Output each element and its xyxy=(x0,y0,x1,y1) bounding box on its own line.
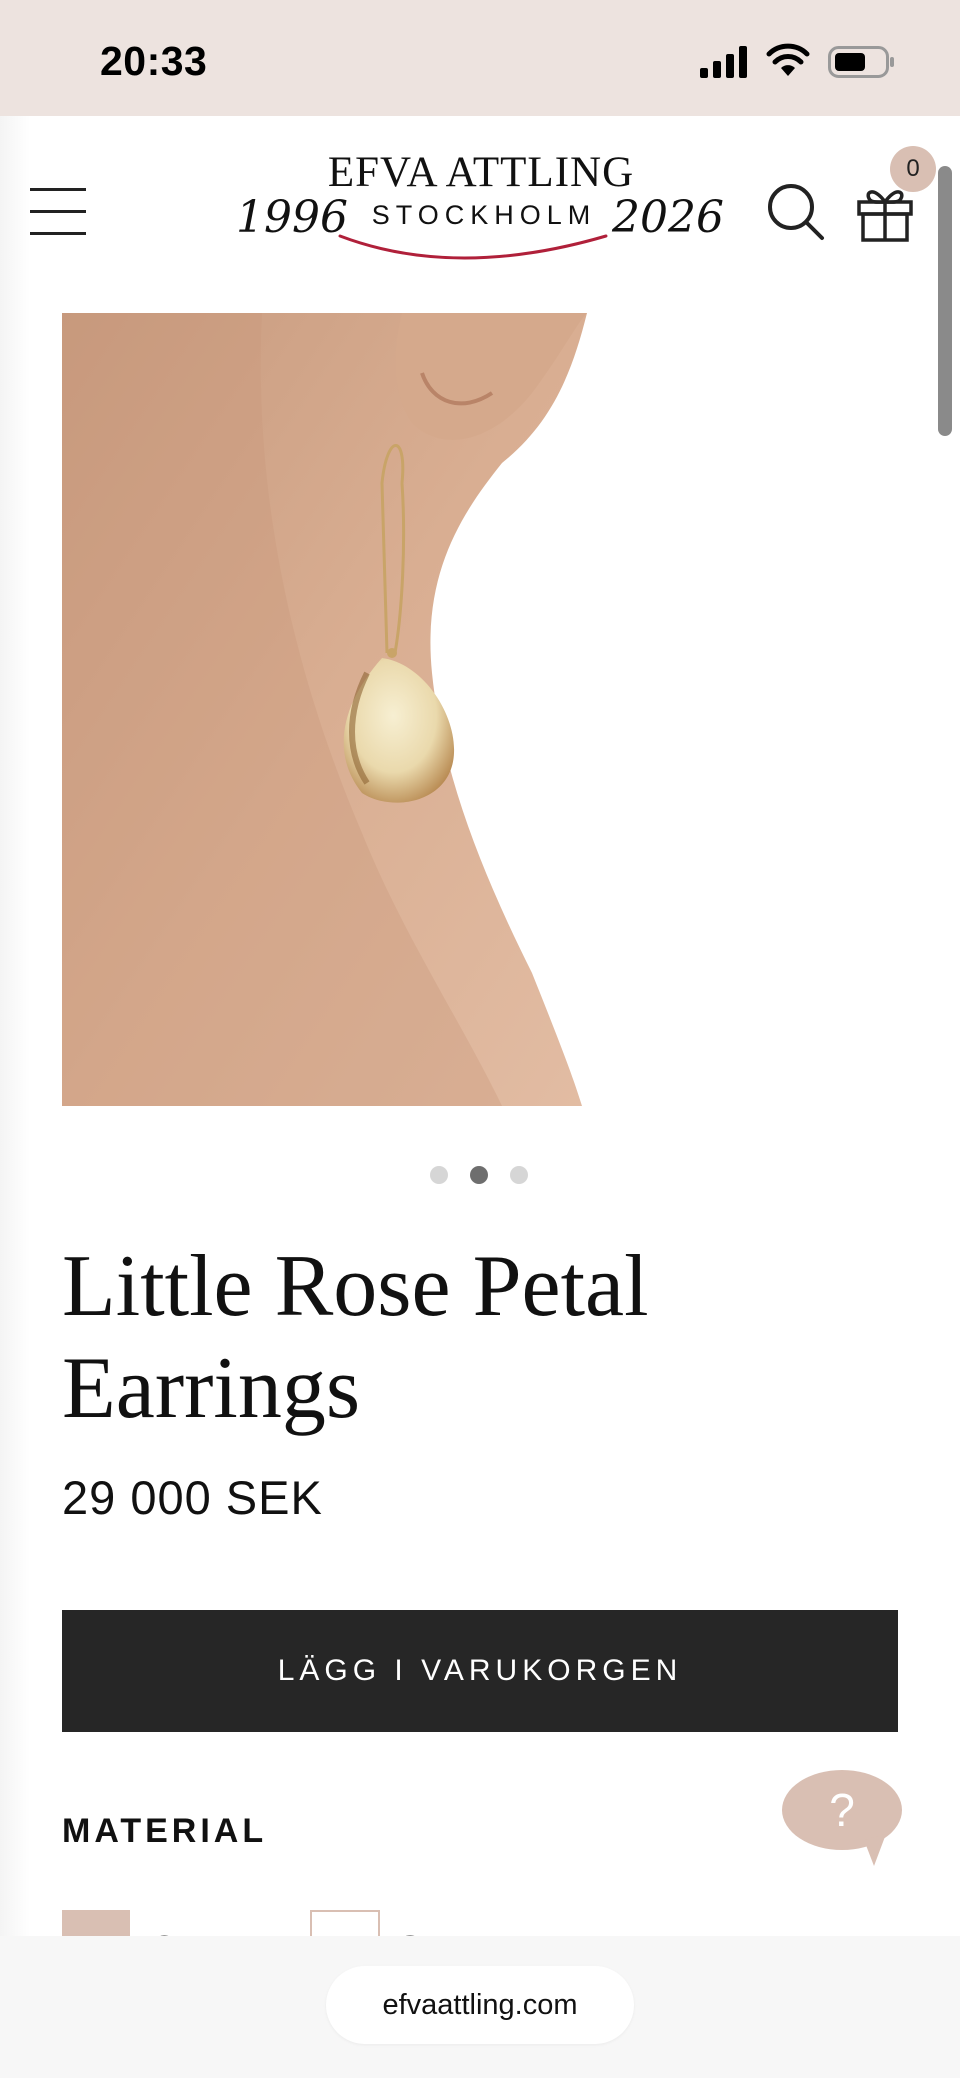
help-label: ? xyxy=(829,1784,855,1836)
material-heading: MATERIAL xyxy=(62,1812,268,1850)
gallery-dot-2[interactable] xyxy=(470,1166,488,1184)
scrollbar[interactable] xyxy=(938,166,952,436)
gallery-dot-3[interactable] xyxy=(510,1166,528,1184)
cart-count-badge[interactable]: 0 xyxy=(890,146,936,192)
cellular-signal-icon xyxy=(700,46,747,78)
battery-icon xyxy=(828,46,894,78)
gift-icon[interactable] xyxy=(856,184,914,242)
logo-brand-name: EFVA ATTLING xyxy=(327,149,635,196)
earring-on-ear-photo xyxy=(62,313,588,1106)
product-title: Little Rose Petal Earrings xyxy=(62,1238,649,1437)
hamburger-menu-icon[interactable] xyxy=(30,188,86,238)
gallery-pagination xyxy=(430,1166,530,1186)
product-image[interactable] xyxy=(62,313,588,1106)
logo-swoosh xyxy=(338,234,608,260)
page-edge-shadow xyxy=(0,116,30,1936)
wifi-icon xyxy=(766,43,810,76)
add-to-cart-button[interactable]: LÄGG I VARUKORGEN xyxy=(62,1610,898,1732)
logo-year-end: 2026 xyxy=(612,192,724,243)
status-time: 20:33 xyxy=(100,38,208,84)
product-price: 29 000 SEK xyxy=(62,1471,323,1524)
browser-url-pill[interactable]: efvaattling.com xyxy=(326,1966,634,2044)
logo-city: STOCKHOLM xyxy=(371,200,597,230)
status-bar: 20:33 xyxy=(0,0,960,116)
brand-logo[interactable]: EFVA ATTLING 1996 STOCKHOLM 2026 xyxy=(236,148,726,278)
help-chat-icon[interactable]: ? xyxy=(782,1768,904,1866)
gallery-dot-1[interactable] xyxy=(430,1166,448,1184)
search-icon[interactable] xyxy=(766,182,826,242)
